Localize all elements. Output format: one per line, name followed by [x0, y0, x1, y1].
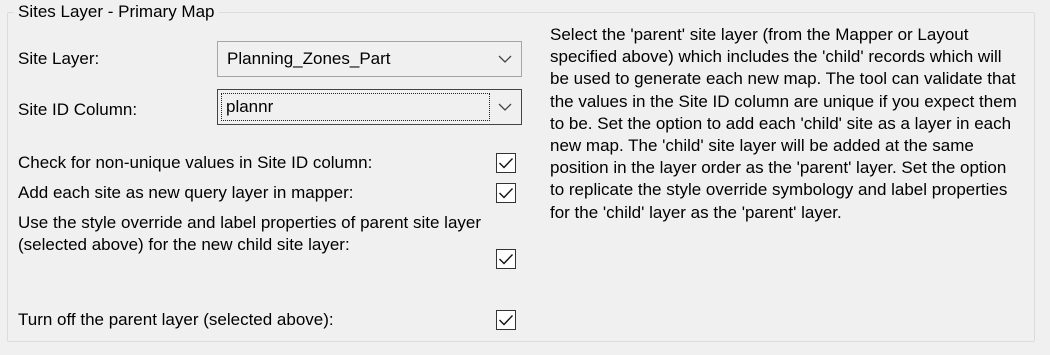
- option-label-style-override: Use the style override and label propert…: [18, 213, 482, 254]
- chevron-down-icon[interactable]: [489, 90, 521, 124]
- query-layer-checkbox[interactable]: [496, 183, 516, 203]
- groupbox-title: Sites Layer - Primary Map: [14, 1, 219, 23]
- site-id-column-dropdown[interactable]: plannr: [217, 89, 522, 125]
- option-label-non-unique: Check for non-unique values in Site ID c…: [18, 153, 373, 172]
- help-text: Select the 'parent' site layer (from the…: [550, 25, 1017, 222]
- site-layer-dropdown[interactable]: Planning_Zones_Part: [217, 41, 522, 77]
- chevron-down-icon[interactable]: [489, 42, 521, 76]
- style-override-checkbox[interactable]: [496, 249, 516, 269]
- option-label-turn-off-parent: Turn off the parent layer (selected abov…: [18, 310, 334, 329]
- site-id-column-label: Site ID Column:: [18, 100, 138, 119]
- turn-off-parent-checkbox[interactable]: [496, 310, 516, 330]
- option-label-query-layer: Add each site as new query layer in mapp…: [18, 183, 354, 202]
- site-layer-value: Planning_Zones_Part: [227, 49, 391, 68]
- site-id-column-value: plannr: [221, 93, 490, 121]
- site-layer-label: Site Layer:: [18, 49, 100, 68]
- non-unique-checkbox[interactable]: [496, 153, 516, 173]
